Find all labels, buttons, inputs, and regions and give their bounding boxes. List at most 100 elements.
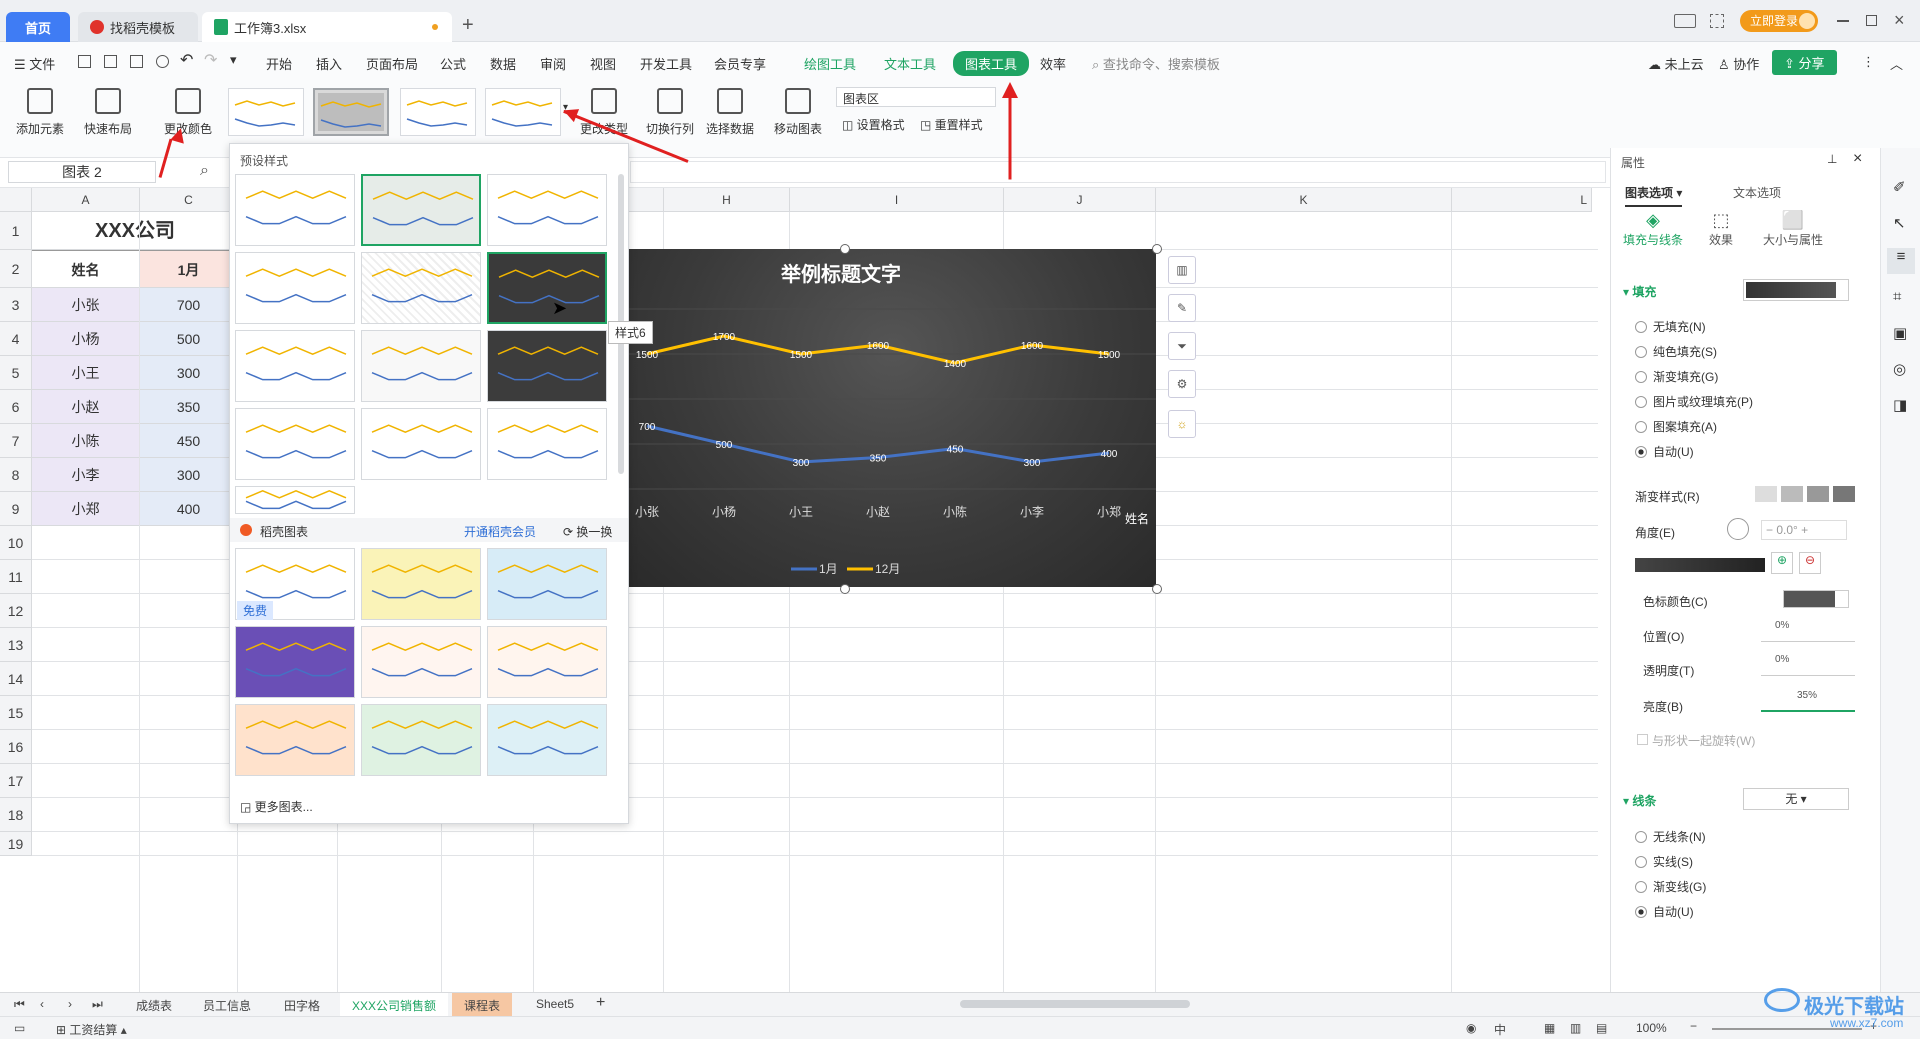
row-header-10[interactable]: 10: [0, 526, 32, 560]
col-header-i[interactable]: I: [790, 188, 1004, 212]
menu-formula[interactable]: 公式: [440, 54, 466, 73]
undo-icon[interactable]: ↶: [180, 50, 193, 70]
preset-style-5[interactable]: [361, 252, 481, 324]
fill-option-3[interactable]: 渐变填充(G): [1635, 368, 1718, 385]
layout-icon[interactable]: [1674, 14, 1696, 28]
preset-style-13[interactable]: [235, 486, 355, 514]
horizontal-scrollbar[interactable]: [960, 1000, 1190, 1008]
angle-dial-icon[interactable]: [1727, 518, 1749, 540]
kebab-icon[interactable]: ⋮: [1862, 54, 1875, 70]
jan-value-cell[interactable]: 300: [140, 458, 238, 492]
corner-cell[interactable]: [0, 188, 32, 212]
subtab-effect[interactable]: ⬚ 效果: [1709, 210, 1733, 248]
preset-style-8[interactable]: [361, 330, 481, 402]
preset-style-9[interactable]: [487, 330, 607, 402]
name-cell[interactable]: 小郑: [32, 492, 140, 526]
menu-file[interactable]: ☰ 文件: [14, 54, 55, 73]
panel-pin-icon[interactable]: ⊥: [1827, 152, 1837, 166]
cloud-status[interactable]: ☁ 未上云: [1648, 54, 1704, 73]
docer-chart-2[interactable]: [361, 548, 481, 620]
menu-page-layout[interactable]: 页面布局: [366, 54, 418, 73]
formula-input[interactable]: [630, 161, 1606, 183]
menu-data[interactable]: 数据: [490, 54, 516, 73]
preset-style-4[interactable]: [235, 252, 355, 324]
fill-option-1[interactable]: 无填充(N): [1635, 318, 1706, 335]
row-header-19[interactable]: 19: [0, 832, 32, 856]
fill-color-select[interactable]: [1743, 279, 1849, 301]
preset-style-7[interactable]: [235, 330, 355, 402]
row-header-17[interactable]: 17: [0, 764, 32, 798]
row-header-3[interactable]: 3: [0, 288, 32, 322]
jan-value-cell[interactable]: 400: [140, 492, 238, 526]
transparency-slider[interactable]: 0%: [1761, 654, 1855, 676]
row-header-13[interactable]: 13: [0, 628, 32, 662]
properties-icon[interactable]: ≡: [1887, 248, 1915, 274]
reset-style-button[interactable]: ◳ 重置样式: [920, 116, 983, 133]
book-icon[interactable]: ◨: [1893, 396, 1907, 414]
share-button[interactable]: ⇪ 分享: [1772, 50, 1837, 75]
sheet-tab-sheet5[interactable]: Sheet5: [536, 997, 574, 1011]
zoom-out-button[interactable]: −: [1690, 1019, 1697, 1033]
row-header-9[interactable]: 9: [0, 492, 32, 526]
style-thumb-2[interactable]: [313, 88, 389, 136]
stop-color-select[interactable]: [1783, 590, 1849, 608]
subtab-size[interactable]: ⬜ 大小与属性: [1763, 210, 1823, 248]
sheet-tab-scores[interactable]: 成绩表: [136, 997, 172, 1014]
chart-handle-br[interactable]: [1152, 584, 1162, 594]
preset-style-10[interactable]: [235, 408, 355, 480]
new-tab-button[interactable]: +: [462, 14, 474, 37]
preset-style-2[interactable]: [361, 174, 481, 246]
zoom-level[interactable]: 100%: [1636, 1021, 1667, 1035]
vip-link[interactable]: 开通稻壳会员: [464, 523, 536, 540]
view-normal-icon[interactable]: ▦: [1544, 1021, 1555, 1035]
tab-file[interactable]: 工作簿3.xlsx: [202, 12, 452, 42]
fill-option-4[interactable]: 图片或纹理填充(P): [1635, 393, 1753, 410]
brightness-slider[interactable]: 35%: [1761, 690, 1855, 712]
row-header-14[interactable]: 14: [0, 662, 32, 696]
chart-settings-tool[interactable]: ⚙: [1168, 370, 1196, 398]
add-sheet-button[interactable]: +: [596, 994, 605, 1012]
row-header-11[interactable]: 11: [0, 560, 32, 594]
fill-heading[interactable]: ▾ 填充: [1623, 283, 1656, 300]
header-jan-cell[interactable]: 1月: [140, 250, 238, 288]
view-page-icon[interactable]: ▥: [1570, 1021, 1581, 1035]
row-header-18[interactable]: 18: [0, 798, 32, 832]
col-header-h[interactable]: H: [664, 188, 790, 212]
jan-value-cell[interactable]: 300: [140, 356, 238, 390]
apps-icon[interactable]: [1710, 14, 1724, 28]
search-box[interactable]: ⌕ 查找命令、搜索模板: [1092, 54, 1220, 73]
docer-chart-9[interactable]: [487, 704, 607, 776]
tab-text-options[interactable]: 文本选项: [1733, 184, 1781, 201]
jan-value-cell[interactable]: 700: [140, 288, 238, 322]
input-method-icon[interactable]: 中: [1494, 1021, 1506, 1038]
change-color-button[interactable]: 更改颜色: [156, 84, 220, 137]
style-thumb-3[interactable]: [400, 88, 476, 136]
line-heading[interactable]: ▾ 线条: [1623, 792, 1656, 809]
menu-vip[interactable]: 会员专享: [714, 54, 766, 73]
refresh-button[interactable]: ⟳ 换一换: [563, 523, 612, 540]
set-format-button[interactable]: ◫ 设置格式: [842, 116, 905, 133]
switch-rowcol-button[interactable]: 切换行列: [644, 84, 696, 137]
menu-draw-tool[interactable]: 绘图工具: [804, 54, 856, 73]
add-element-button[interactable]: 添加元素: [10, 84, 70, 137]
panel-close-icon[interactable]: ×: [1853, 150, 1862, 168]
angle-stepper[interactable]: − 0.0° +: [1761, 520, 1847, 540]
name-box[interactable]: 图表 2: [8, 161, 156, 183]
jan-value-cell[interactable]: 350: [140, 390, 238, 424]
picture-icon[interactable]: ▣: [1893, 324, 1907, 342]
docer-chart-3[interactable]: [487, 548, 607, 620]
menu-review[interactable]: 审阅: [540, 54, 566, 73]
line-option-2[interactable]: 实线(S): [1635, 853, 1693, 870]
docer-chart-5[interactable]: [361, 626, 481, 698]
gradient-bar[interactable]: [1635, 558, 1765, 572]
row-header-12[interactable]: 12: [0, 594, 32, 628]
row-header-4[interactable]: 4: [0, 322, 32, 356]
map-icon[interactable]: ◎: [1893, 360, 1906, 378]
sheet-tab-course[interactable]: 课程表: [452, 993, 513, 1018]
menu-chart-tool[interactable]: 图表工具: [953, 51, 1030, 76]
position-slider[interactable]: 0%: [1761, 620, 1855, 642]
menu-home[interactable]: 开始: [266, 54, 292, 73]
row-header-6[interactable]: 6: [0, 390, 32, 424]
row-header-1[interactable]: 1: [0, 212, 32, 250]
name-cell[interactable]: 小王: [32, 356, 140, 390]
